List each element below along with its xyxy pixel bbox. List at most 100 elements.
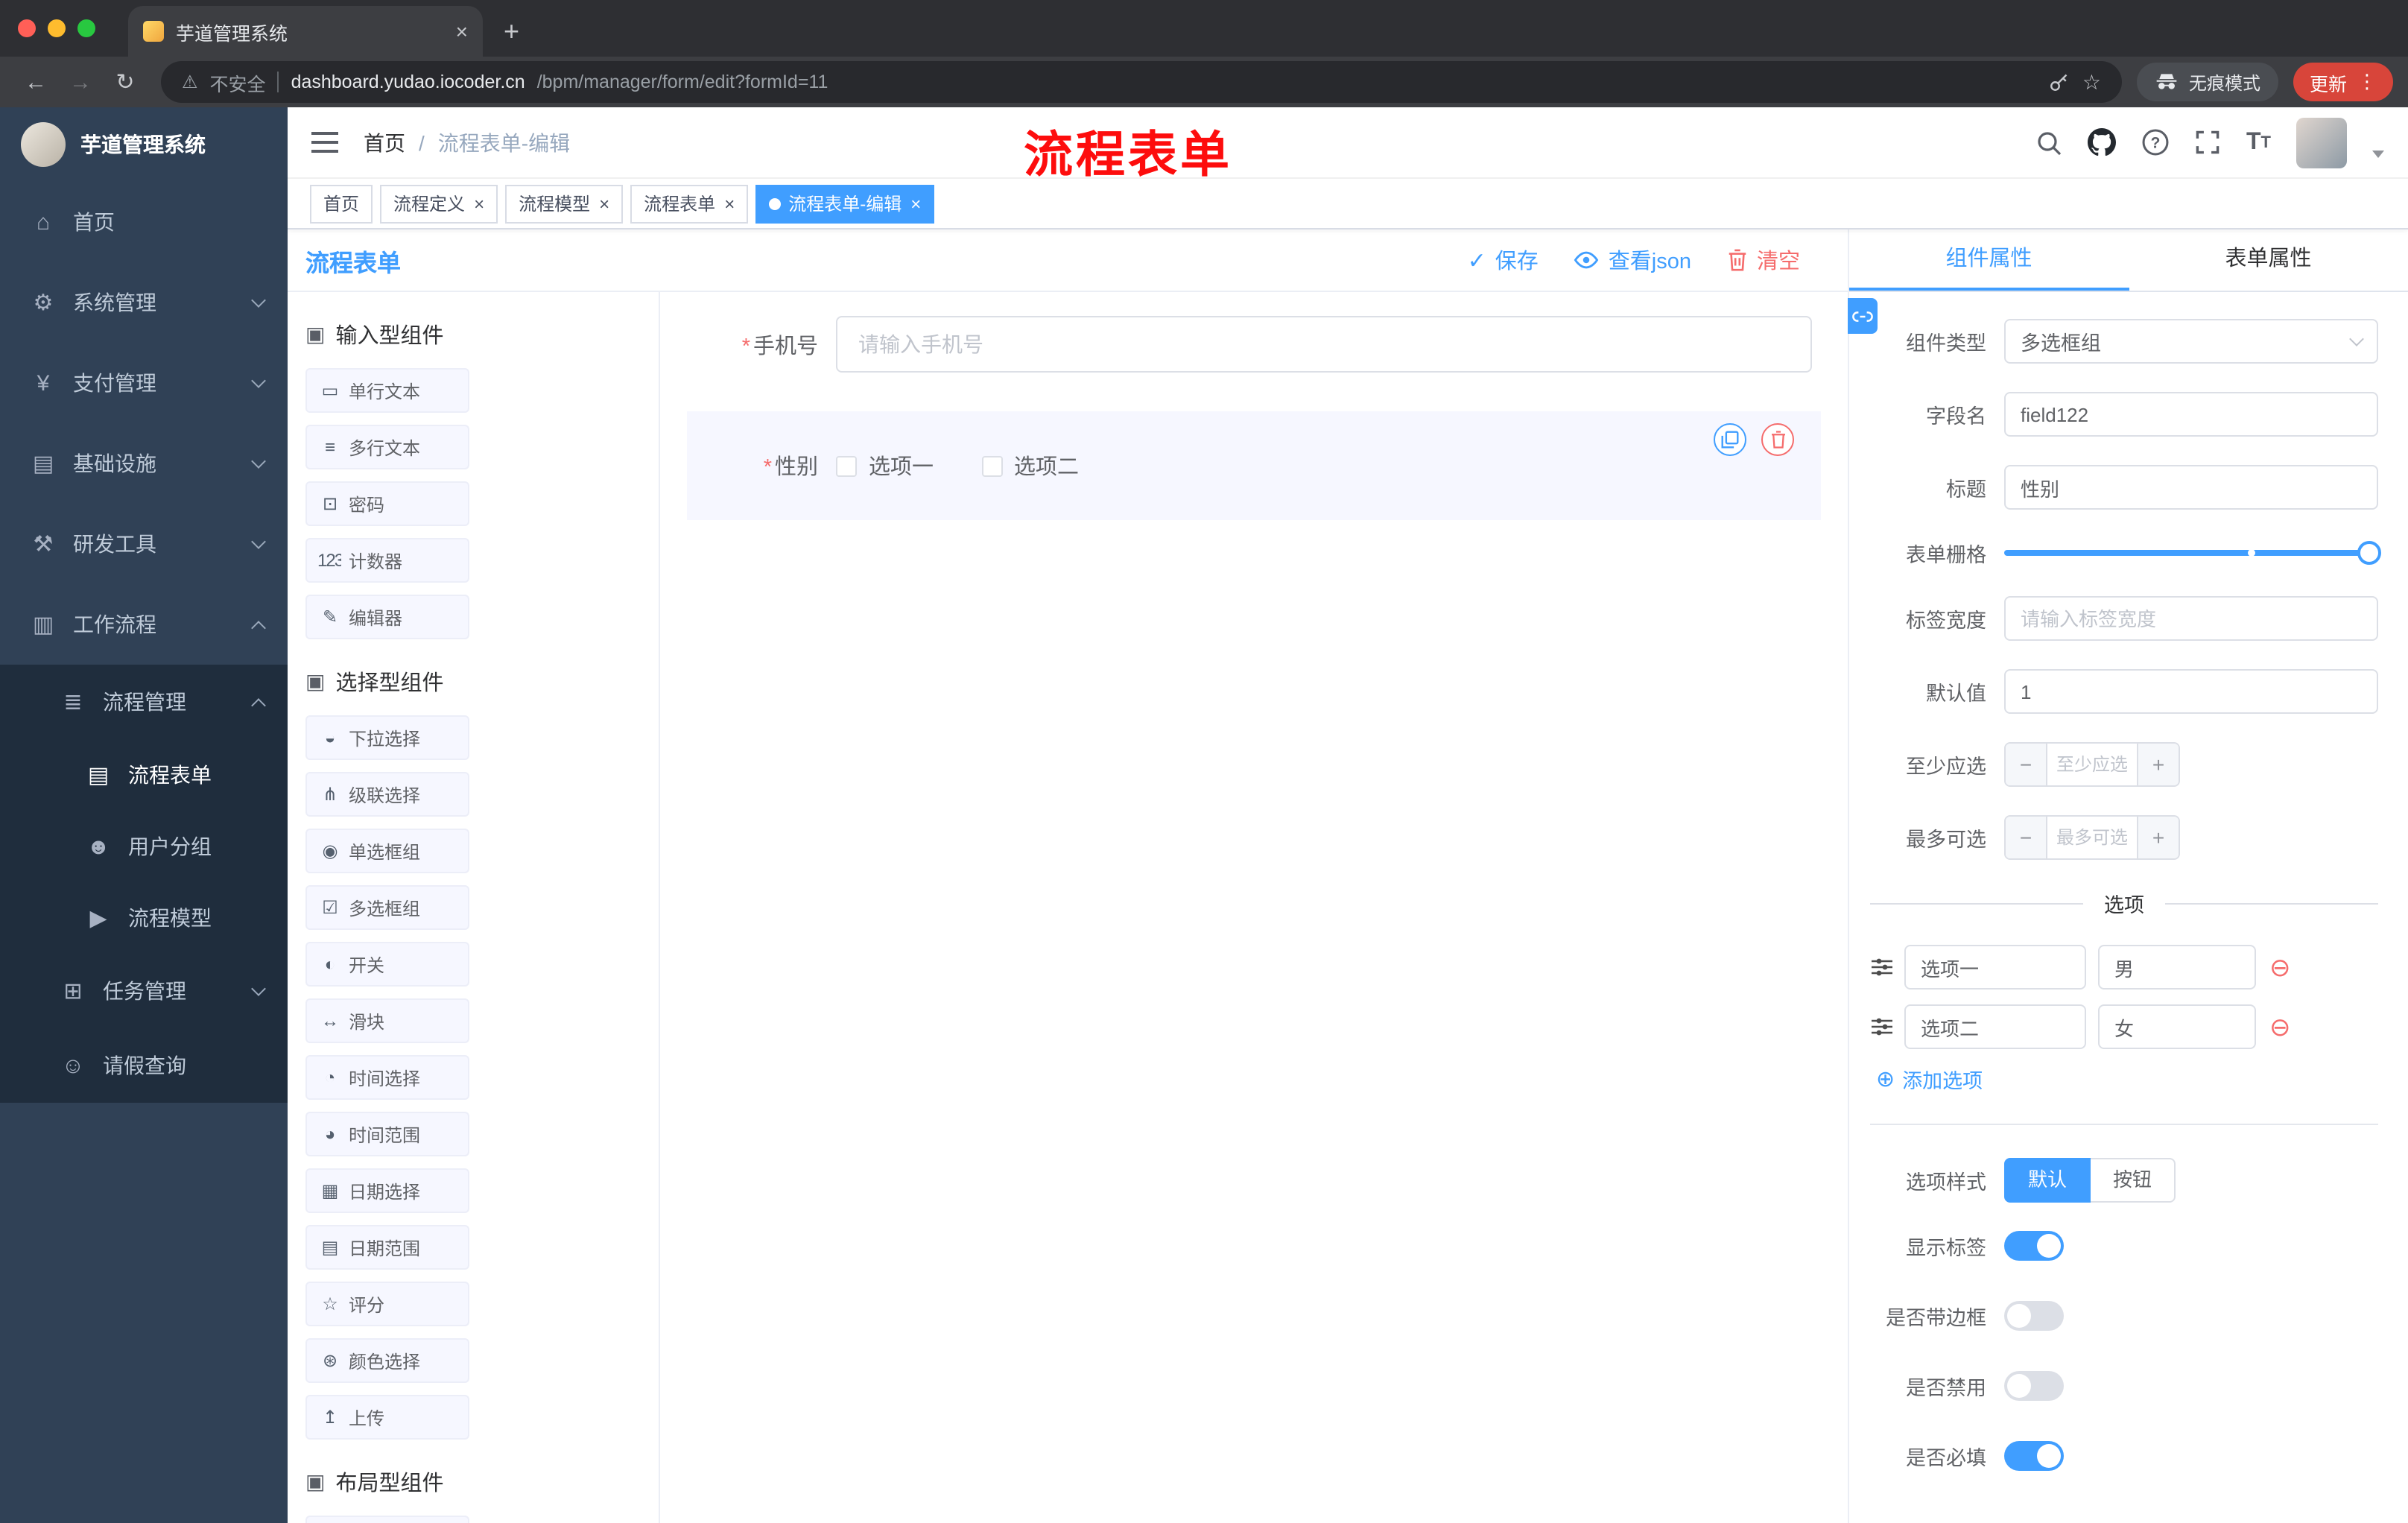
component-item[interactable]: ≡ 多行文本 — [305, 425, 469, 469]
option-label-input[interactable] — [1904, 1004, 2086, 1049]
tab-component-props[interactable]: 组件属性 — [1849, 229, 2129, 291]
drag-handle-icon[interactable] — [1870, 1015, 1894, 1039]
component-item[interactable]: ◒ 下拉选择 — [305, 715, 469, 760]
search-icon[interactable] — [2036, 129, 2063, 156]
update-button[interactable]: 更新 ⋮ — [2293, 63, 2393, 101]
browser-menu-icon[interactable]: ⋮ — [2357, 70, 2377, 94]
style-default-button[interactable]: 默认 — [2004, 1158, 2091, 1203]
component-item[interactable]: ▦ 日期选择 — [305, 1168, 469, 1213]
sidebar-item-process-form[interactable]: ▤ 流程表单 — [0, 739, 288, 811]
drag-handle-icon[interactable] — [1870, 955, 1894, 979]
component-item[interactable]: 123 计数器 — [305, 538, 469, 583]
sidebar-item-task-management[interactable]: ⊞ 任务管理 — [0, 954, 288, 1028]
component-item[interactable]: ◕ 时间范围 — [305, 1112, 469, 1156]
plus-icon[interactable]: + — [2137, 817, 2179, 858]
grid-slider[interactable] — [2004, 541, 2381, 565]
tag-process-form-edit[interactable]: 流程表单-编辑 × — [755, 184, 935, 223]
phone-field[interactable]: * 手机号 — [687, 316, 1821, 373]
tab-form-props[interactable]: 表单属性 — [2129, 229, 2408, 291]
slider-handle[interactable] — [2357, 541, 2381, 565]
remove-option-icon[interactable]: ⊖ — [2269, 954, 2291, 980]
clear-button[interactable]: 清空 — [1727, 244, 1800, 276]
component-item[interactable]: ☑ 多选框组 — [305, 885, 469, 930]
gender-field-selected[interactable]: * 性别 选项一 选项二 — [687, 411, 1821, 520]
option-value-input[interactable] — [2098, 945, 2256, 990]
field-name-input[interactable] — [2004, 392, 2378, 437]
checkbox[interactable] — [981, 455, 1002, 476]
sidebar-item-devtools[interactable]: ⚒ 研发工具 — [0, 504, 288, 584]
fullscreen-icon[interactable] — [2196, 130, 2221, 155]
save-button[interactable]: ✓ 保存 — [1468, 244, 1539, 276]
sidebar-item-workflow[interactable]: ▥ 工作流程 — [0, 584, 288, 665]
font-size-icon[interactable]: TT — [2246, 129, 2271, 156]
component-item[interactable]: ✎ 编辑器 — [305, 595, 469, 639]
minimize-window-button[interactable] — [48, 19, 66, 37]
minus-icon[interactable]: − — [2006, 744, 2047, 785]
component-item[interactable]: ☆ 评分 — [305, 1282, 469, 1326]
breadcrumb-home[interactable]: 首页 — [364, 127, 405, 157]
tag-close-icon[interactable]: × — [599, 193, 609, 214]
component-item[interactable]: ◐ 开关 — [305, 942, 469, 987]
option-value-input[interactable] — [2098, 1004, 2256, 1049]
checkbox-option[interactable]: 选项一 — [836, 450, 934, 481]
border-toggle[interactable] — [2004, 1301, 2064, 1331]
bookmark-star-icon[interactable]: ☆ — [2082, 69, 2101, 95]
sidebar-item-infrastructure[interactable]: ▤ 基础设施 — [0, 423, 288, 504]
sidebar-item-user-groups[interactable]: ☻ 用户分组 — [0, 811, 288, 882]
checkbox[interactable] — [836, 455, 857, 476]
disabled-toggle[interactable] — [2004, 1371, 2064, 1401]
sidebar-item-home[interactable]: ⌂ 首页 — [0, 182, 288, 262]
sidebar-item-process-model[interactable]: ▶ 流程模型 — [0, 882, 288, 954]
delete-field-button[interactable] — [1761, 423, 1794, 456]
new-tab-button[interactable]: + — [504, 18, 519, 45]
add-option-button[interactable]: ⊕ 添加选项 — [1876, 1064, 2378, 1094]
tag-close-icon[interactable]: × — [910, 193, 921, 214]
component-type-select[interactable]: 多选框组 — [2004, 319, 2378, 364]
component-item[interactable]: ◉ 单选框组 — [305, 829, 469, 873]
required-toggle[interactable] — [2004, 1441, 2064, 1471]
component-item[interactable]: ▭ 单行文本 — [305, 368, 469, 413]
component-item[interactable]: ▤ 日期范围 — [305, 1225, 469, 1270]
component-item[interactable]: ⊛ 颜色选择 — [305, 1338, 469, 1383]
forward-button[interactable]: → — [60, 69, 101, 95]
tab-close-icon[interactable]: × — [456, 21, 468, 42]
sidebar-item-system[interactable]: ⚙ 系统管理 — [0, 262, 288, 343]
style-button-button[interactable]: 按钮 — [2091, 1158, 2176, 1203]
tag-process-model[interactable]: 流程模型 × — [505, 184, 624, 223]
github-icon[interactable] — [2088, 128, 2117, 156]
default-value-input[interactable] — [2004, 669, 2378, 714]
link-icon[interactable] — [1848, 298, 1878, 334]
component-item[interactable]: ↥ 上传 — [305, 1395, 469, 1440]
min-input[interactable] — [2047, 744, 2137, 785]
remove-option-icon[interactable]: ⊖ — [2269, 1014, 2291, 1039]
tag-process-definition[interactable]: 流程定义 × — [380, 184, 498, 223]
title-input[interactable] — [2004, 465, 2378, 510]
help-icon[interactable]: ? — [2142, 128, 2170, 156]
phone-input[interactable] — [836, 316, 1812, 373]
checkbox-option[interactable]: 选项二 — [981, 450, 1079, 481]
tag-home[interactable]: 首页 — [310, 184, 373, 223]
tag-process-form[interactable]: 流程表单 × — [630, 184, 749, 223]
back-button[interactable]: ← — [15, 69, 57, 95]
copy-field-button[interactable] — [1714, 423, 1746, 456]
label-width-input[interactable] — [2004, 596, 2378, 641]
tag-close-icon[interactable]: × — [474, 193, 484, 214]
show-label-toggle[interactable] — [2004, 1231, 2064, 1261]
close-window-button[interactable] — [18, 19, 36, 37]
component-item[interactable]: ⋔ 级联选择 — [305, 772, 469, 817]
reload-button[interactable]: ↻ — [104, 69, 146, 95]
sidebar-item-process-management[interactable]: ≣ 流程管理 — [0, 665, 288, 739]
sidebar-item-leave-query[interactable]: ☺ 请假查询 — [0, 1028, 288, 1103]
max-input[interactable] — [2047, 817, 2137, 858]
view-json-button[interactable]: 查看json — [1574, 244, 1691, 276]
component-item[interactable]: ↔ 滑块 — [305, 998, 469, 1043]
component-item[interactable]: ⊡ 密码 — [305, 481, 469, 526]
maximize-window-button[interactable] — [77, 19, 95, 37]
avatar-caret-icon[interactable] — [2372, 151, 2384, 158]
plus-icon[interactable]: + — [2137, 744, 2179, 785]
minus-icon[interactable]: − — [2006, 817, 2047, 858]
security-label[interactable]: 不安全 — [210, 68, 266, 96]
option-label-input[interactable] — [1904, 945, 2086, 990]
password-key-icon[interactable] — [2048, 71, 2070, 93]
tag-close-icon[interactable]: × — [724, 193, 735, 214]
